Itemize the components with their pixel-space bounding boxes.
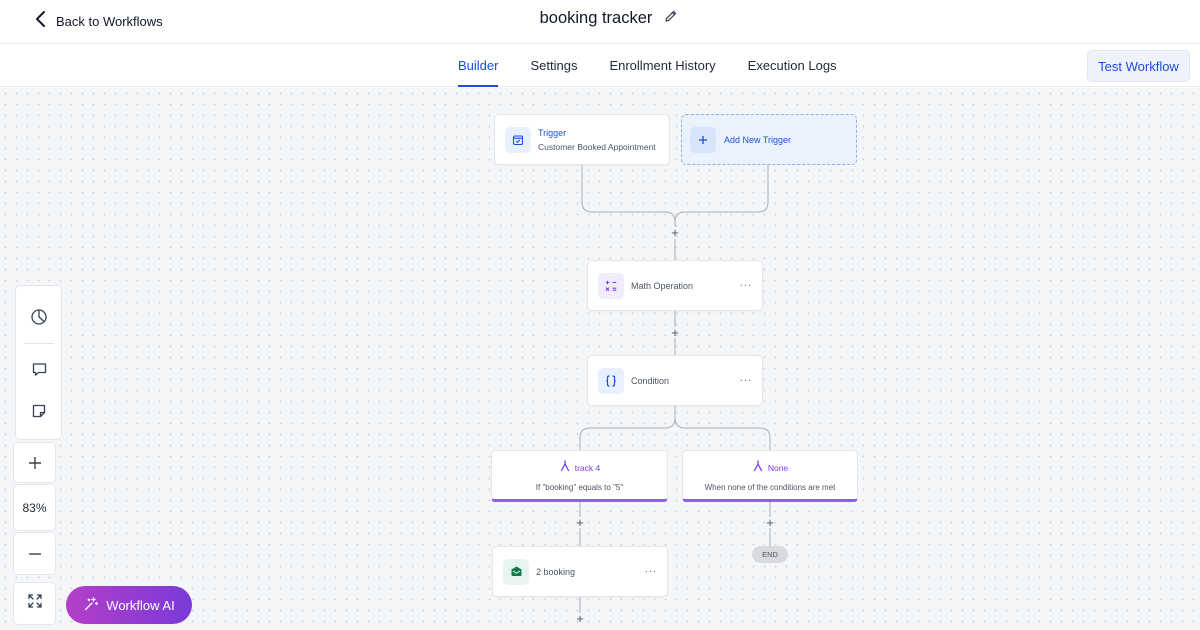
add-step-plus[interactable]: +	[765, 516, 775, 529]
add-step-plus[interactable]: +	[670, 326, 680, 339]
add-step-plus[interactable]: +	[670, 226, 680, 239]
canvas-tools-panel	[15, 285, 62, 440]
condition-label: Condition	[631, 375, 670, 386]
end-marker: END	[752, 546, 788, 563]
branch-condition: If "booking" equals to "5"	[535, 483, 624, 492]
workflow-ai-label: Workflow AI	[106, 597, 175, 613]
branch-condition: When none of the conditions are met	[704, 483, 836, 492]
math-operation-label: Math Operation	[631, 280, 694, 291]
zoom-level-value: 83%	[22, 500, 47, 515]
tab-builder[interactable]: Builder	[458, 44, 499, 87]
add-step-plus[interactable]: +	[575, 612, 585, 625]
trigger-title: Trigger	[538, 127, 567, 138]
calendar-check-icon	[505, 126, 531, 153]
tab-execution-logs[interactable]: Execution Logs	[748, 44, 837, 87]
workflow-ai-button[interactable]: Workflow AI	[66, 586, 192, 624]
branch-icon	[559, 459, 571, 477]
curly-braces-icon	[598, 367, 624, 394]
add-new-trigger-label: Add New Trigger	[724, 134, 792, 145]
send-email-node[interactable]: 2 booking ···	[492, 546, 668, 597]
more-options-button[interactable]: ···	[645, 565, 658, 577]
condition-node[interactable]: Condition ···	[587, 355, 763, 406]
add-step-plus[interactable]: +	[575, 516, 585, 529]
sparkle-wand-icon	[83, 596, 99, 615]
tab-bar: Builder Settings Enrollment History Exec…	[0, 44, 1200, 87]
more-options-button[interactable]: ···	[740, 374, 753, 386]
add-new-trigger-button[interactable]: Add New Trigger	[681, 114, 857, 165]
branch-name: track 4	[574, 463, 601, 473]
pencil-edit-icon[interactable]	[664, 9, 678, 28]
zoom-level: 83%	[13, 484, 56, 531]
trigger-subtitle: Customer Booked Appointment	[538, 141, 656, 152]
zoom-in-button[interactable]	[13, 442, 56, 483]
fit-to-screen-button[interactable]	[13, 582, 56, 625]
sticky-note-icon[interactable]	[16, 390, 62, 432]
plus-icon	[690, 126, 716, 153]
test-workflow-button[interactable]: Test Workflow	[1087, 50, 1190, 82]
math-operation-node[interactable]: Math Operation ···	[587, 260, 763, 311]
more-options-button[interactable]: ···	[740, 279, 753, 291]
top-bar: Back to Workflows booking tracker	[0, 0, 1200, 44]
send-email-label: 2 booking	[536, 566, 576, 577]
branch-track-4[interactable]: track 4 If "booking" equals to "5"	[491, 450, 668, 502]
tab-enrollment-history[interactable]: Enrollment History	[609, 44, 715, 87]
branch-name: None	[767, 463, 789, 473]
branch-icon	[752, 459, 764, 477]
workflow-title: booking tracker	[539, 9, 653, 27]
workflow-canvas[interactable]: Trigger Customer Booked Appointment Add …	[0, 88, 1200, 630]
comment-icon[interactable]	[16, 348, 62, 390]
fullscreen-icon	[27, 593, 43, 614]
branch-none[interactable]: None When none of the conditions are met	[682, 450, 858, 502]
math-operations-icon	[598, 272, 624, 299]
trigger-node[interactable]: Trigger Customer Booked Appointment	[494, 114, 670, 165]
tab-settings[interactable]: Settings	[530, 44, 577, 87]
envelope-icon	[503, 558, 529, 585]
zoom-out-button[interactable]	[13, 532, 56, 575]
pie-chart-icon[interactable]	[16, 294, 62, 340]
